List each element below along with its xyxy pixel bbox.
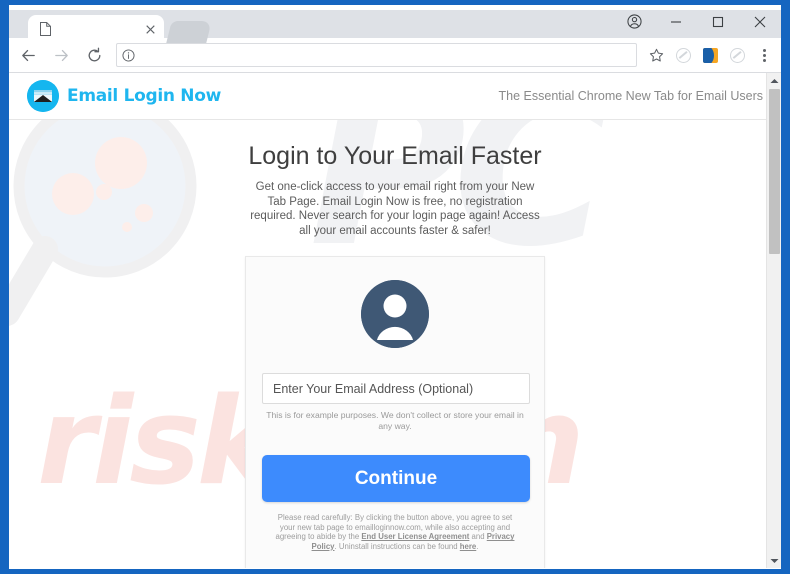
address-bar[interactable] — [116, 43, 637, 67]
legal-part-2: and — [469, 532, 487, 542]
vertical-scrollbar[interactable] — [766, 73, 781, 568]
profile-icon[interactable] — [613, 5, 655, 38]
site-header: Email Login Now The Essential Chrome New… — [9, 73, 781, 120]
scrollbar-thumb[interactable] — [769, 89, 780, 254]
close-icon[interactable] — [739, 5, 781, 38]
page-description: Get one-click access to your email right… — [250, 181, 540, 237]
forward-arrow-icon[interactable] — [47, 41, 75, 69]
login-card: This is for example purposes. We don't c… — [245, 256, 545, 568]
three-dots-menu-icon[interactable] — [751, 42, 777, 68]
page-viewport: PC risk.com — [9, 73, 781, 568]
browser-window: PC risk.com — [9, 5, 781, 569]
screenshot-root: PC risk.com — [0, 0, 790, 574]
user-avatar-icon — [361, 280, 429, 348]
uninstall-here-link[interactable]: here — [460, 542, 476, 551]
browser-toolbar — [9, 38, 781, 73]
star-icon[interactable] — [643, 42, 669, 68]
info-circle-icon[interactable] — [117, 48, 139, 62]
close-icon[interactable] — [141, 20, 159, 38]
legal-part-4: . — [476, 541, 479, 551]
page-title: Login to Your Email Faster — [248, 142, 542, 170]
extension-faded-icon[interactable] — [670, 42, 696, 68]
extension-moon-icon[interactable] — [697, 42, 723, 68]
envelope-logo-icon — [27, 80, 59, 112]
new-tab-button[interactable] — [166, 21, 212, 43]
page-icon — [39, 22, 52, 36]
reload-icon[interactable] — [80, 41, 108, 69]
window-controls — [613, 5, 781, 38]
header-tagline: The Essential Chrome New Tab for Email U… — [498, 89, 763, 103]
legal-text: Please read carefully: By clicking the b… — [270, 513, 520, 551]
eula-link[interactable]: End User License Agreement — [361, 532, 469, 541]
page-body: Login to Your Email Faster Get one-click… — [9, 120, 781, 568]
brand-name: Email Login Now — [67, 86, 222, 106]
maximize-icon[interactable] — [697, 5, 739, 38]
scroll-down-arrow-icon[interactable] — [767, 553, 781, 568]
back-arrow-icon[interactable] — [14, 41, 42, 69]
url-input[interactable] — [139, 49, 636, 61]
scroll-up-arrow-icon[interactable] — [767, 73, 781, 88]
legal-part-3: . Uninstall instructions can be found — [334, 541, 460, 551]
email-disclaimer: This is for example purposes. We don't c… — [266, 410, 524, 431]
brand: Email Login Now — [27, 80, 221, 112]
tab-strip — [9, 5, 781, 43]
continue-button[interactable]: Continue — [262, 455, 530, 502]
extension-faded-icon[interactable] — [724, 42, 750, 68]
minimize-icon[interactable] — [655, 5, 697, 38]
email-field[interactable] — [262, 373, 530, 404]
browser-tab[interactable] — [28, 15, 164, 43]
